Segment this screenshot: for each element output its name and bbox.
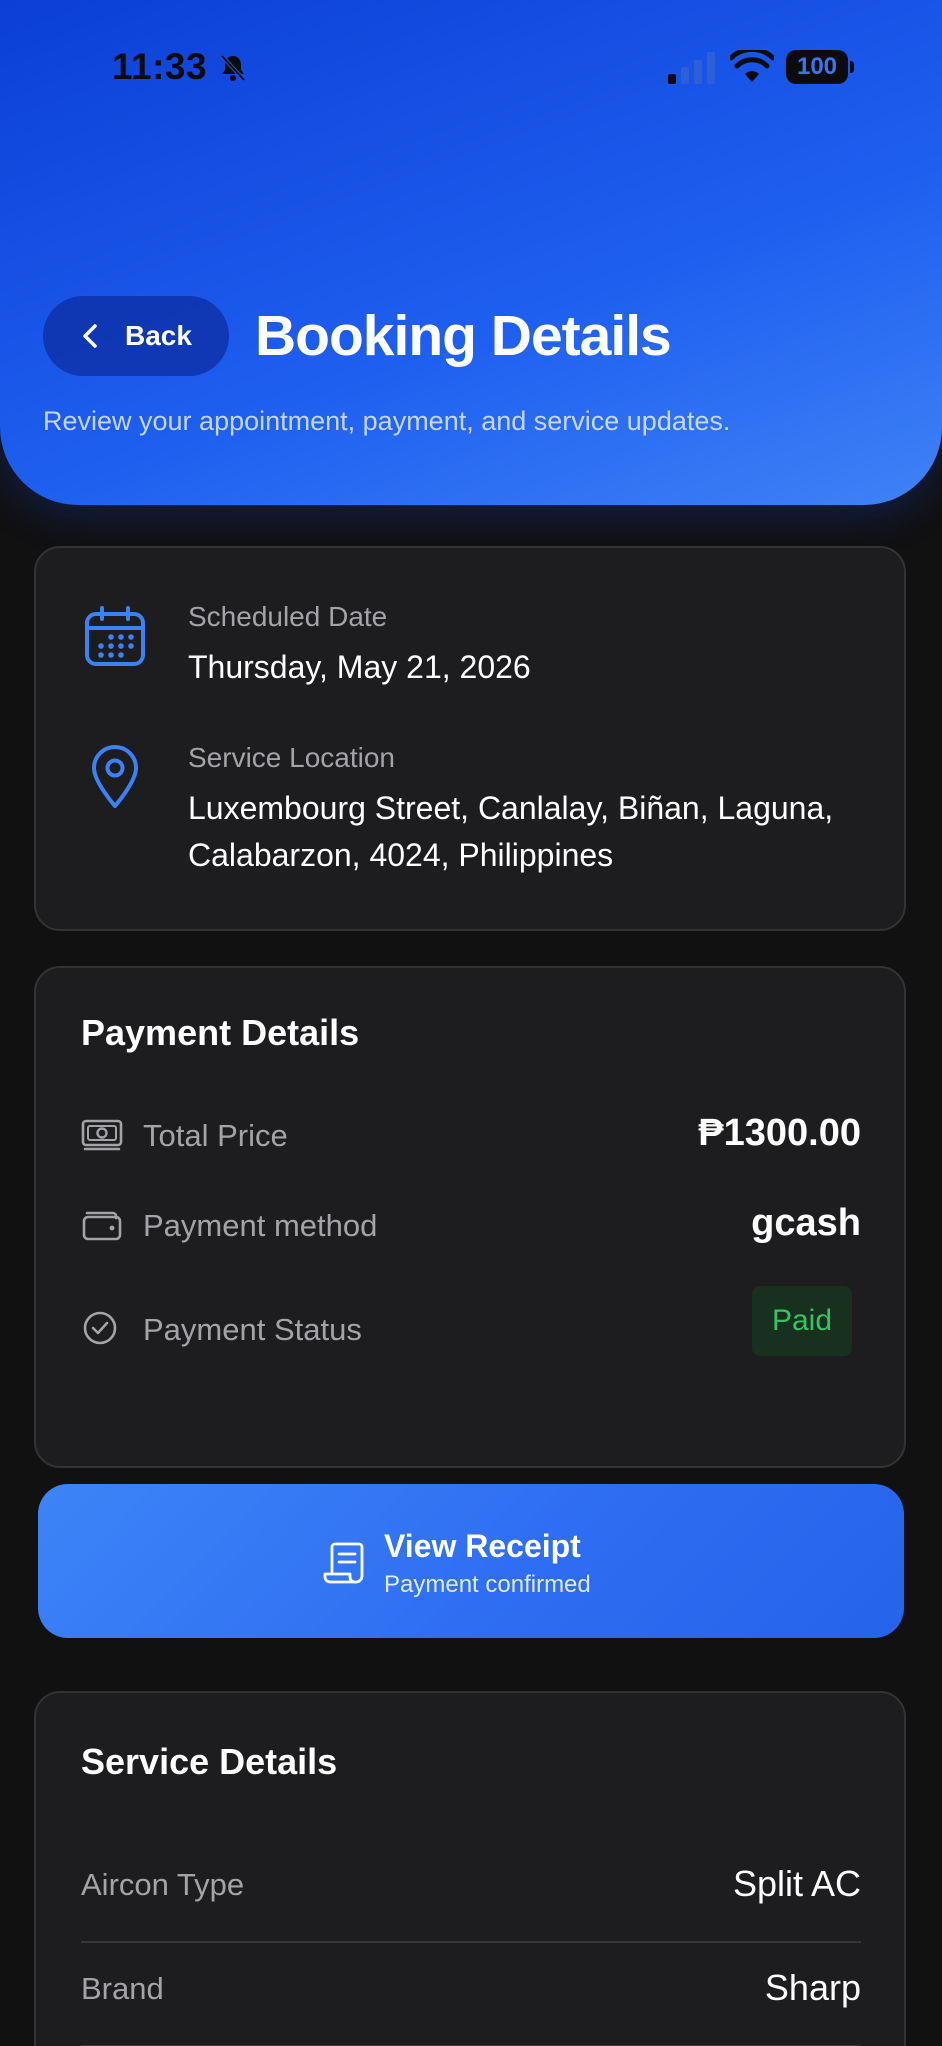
payment-details-card: Payment Details Total Price ₱1300.00 Pay…	[34, 966, 906, 1468]
receipt-icon	[323, 1542, 364, 1584]
payment-status-row: Payment Status Paid	[81, 1286, 861, 1358]
payment-status-label: Payment Status	[143, 1312, 362, 1347]
service-row-brand: Brand Sharp	[81, 1943, 861, 2046]
chevron-left-icon	[83, 324, 97, 348]
map-pin-icon	[92, 745, 138, 808]
booking-details-screen: 11:33 100 Back Booking Details Review yo…	[0, 0, 942, 2046]
brand-value: Sharp	[764, 1967, 861, 2008]
battery-level: 100	[786, 50, 848, 84]
scheduled-date-value: Thursday, May 21, 2026	[188, 649, 531, 685]
payment-confirmed-label: Payment confirmed	[384, 1571, 591, 1598]
wifi-icon	[730, 50, 774, 82]
back-label: Back	[125, 320, 192, 351]
status-badge: Paid	[752, 1286, 852, 1356]
service-location-value: Luxembourg Street, Canlalay, Biñan, Lagu…	[188, 790, 834, 873]
brand-label: Brand	[81, 1971, 164, 2006]
payment-method-value: gcash	[751, 1202, 861, 1244]
cellular-signal-icon	[668, 52, 715, 84]
wallet-icon	[82, 1211, 122, 1241]
service-details-card: Service Details Aircon Type Split AC Bra…	[34, 1691, 906, 2046]
bell-slash-icon	[220, 54, 246, 82]
view-receipt-label: View Receipt	[384, 1528, 581, 1564]
total-price-value: ₱1300.00	[698, 1112, 861, 1154]
payment-method-label: Payment method	[143, 1208, 378, 1243]
page-subtitle: Review your appointment, payment, and se…	[43, 406, 731, 436]
calendar-icon	[85, 606, 145, 666]
payment-details-title: Payment Details	[81, 1012, 360, 1053]
check-circle-icon	[83, 1311, 117, 1345]
service-row-aircon-type: Aircon Type Split AC	[81, 1839, 861, 1943]
view-receipt-button[interactable]: View Receipt Payment confirmed	[38, 1484, 904, 1638]
schedule-card: Scheduled Date Thursday, May 21, 2026 Se…	[34, 546, 906, 931]
scheduled-date-label: Scheduled Date	[188, 601, 388, 632]
service-details-title: Service Details	[81, 1741, 338, 1782]
battery-tip	[850, 61, 854, 73]
aircon-type-value: Split AC	[732, 1863, 861, 1904]
status-time: 11:33	[112, 46, 208, 87]
battery-icon: 100	[786, 50, 854, 86]
aircon-type-label: Aircon Type	[81, 1867, 245, 1902]
header: 11:33 100 Back Booking Details Review yo…	[0, 0, 942, 505]
back-button[interactable]: Back	[43, 296, 229, 376]
payment-method-row: Payment method gcash	[81, 1194, 861, 1254]
service-location-label: Service Location	[188, 742, 396, 773]
total-price-label: Total Price	[143, 1118, 288, 1153]
total-price-row: Total Price ₱1300.00	[81, 1104, 861, 1164]
status-bar: 11:33 100	[0, 0, 942, 140]
page-title: Booking Details	[255, 304, 672, 368]
banknote-icon	[81, 1119, 123, 1151]
